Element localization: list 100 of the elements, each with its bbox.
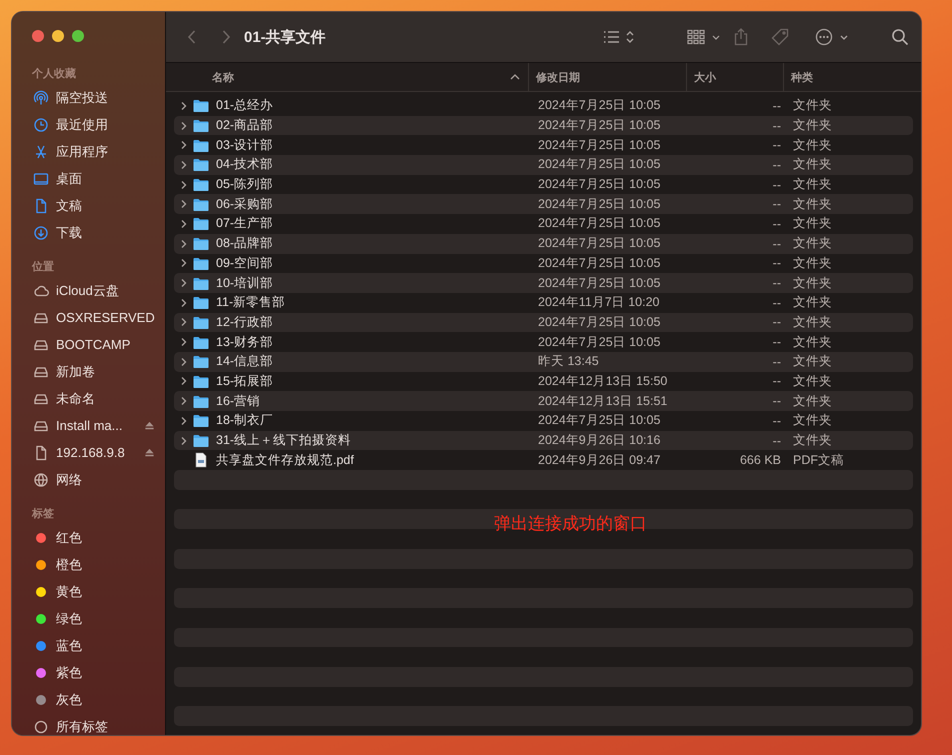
file-row[interactable]: 18-制衣厂 2024年7月25日 10:05 -- 文件夹: [174, 411, 913, 431]
column-header[interactable]: 大小: [686, 63, 783, 91]
file-row[interactable]: 13-财务部 2024年7月25日 10:05 -- 文件夹: [174, 332, 913, 352]
file-row[interactable]: 12-行政部 2024年7月25日 10:05 -- 文件夹: [174, 312, 913, 332]
sidebar-item[interactable]: 隔空投送: [12, 84, 165, 111]
zoom-button[interactable]: [72, 30, 84, 42]
tag-icon[interactable]: [771, 28, 789, 46]
sidebar-section-label: 位置: [30, 260, 55, 275]
sidebar-item[interactable]: 紫色: [12, 659, 165, 686]
eject-icon[interactable]: [144, 420, 155, 431]
file-name: 13-财务部: [216, 334, 274, 351]
sidebar-item-label[interactable]: 新加卷: [56, 362, 155, 380]
sidebar-item[interactable]: 蓝色: [12, 632, 165, 659]
sidebar-item-label[interactable]: 橙色: [56, 556, 155, 574]
sidebar-item-label[interactable]: 绿色: [56, 610, 155, 628]
alltags-icon: [33, 718, 49, 734]
file-row[interactable]: 15-拓展部 2024年12月13日 15:50 -- 文件夹: [174, 372, 913, 392]
file-size: --: [772, 216, 782, 231]
grid-view-icon[interactable]: [687, 29, 721, 45]
sidebar-item[interactable]: Install ma...: [12, 412, 165, 439]
forward-icon[interactable]: [220, 29, 232, 45]
file-row[interactable]: 31-线上＋线下拍摄资料 2024年9月26日 10:16 -- 文件夹: [174, 430, 913, 450]
sidebar-item-label[interactable]: 隔空投送: [56, 88, 155, 106]
file-kind: PDF文稿: [792, 452, 845, 469]
modified-date: 2024年12月13日 15:51: [537, 392, 668, 410]
sidebar-item[interactable]: 红色: [12, 524, 165, 551]
sidebar-item[interactable]: 所有标签: [12, 713, 165, 735]
sidebar-item[interactable]: 黄色: [12, 578, 165, 605]
sidebar-item-label[interactable]: iCloud云盘: [56, 282, 155, 300]
sidebar-item[interactable]: 灰色: [12, 686, 165, 713]
file-row[interactable]: 14-信息部 昨天 13:45 -- 文件夹: [174, 352, 913, 372]
sidebar-item[interactable]: iCloud云盘: [12, 277, 165, 304]
sidebar-item[interactable]: OSXRESERVED: [12, 304, 165, 331]
column-header[interactable]: 修改日期: [528, 63, 686, 91]
sidebar-item-label[interactable]: 灰色: [56, 690, 155, 708]
file-name: 01-总经办: [216, 97, 274, 114]
sidebar-item-label[interactable]: 下载: [56, 224, 155, 242]
sidebar-item[interactable]: 192.168.9.8: [12, 439, 165, 466]
file-row[interactable]: 07-生产部 2024年7月25日 10:05 -- 文件夹: [174, 214, 913, 234]
file-row[interactable]: 09-空间部 2024年7月25日 10:05 -- 文件夹: [174, 254, 913, 274]
sidebar-item[interactable]: 未命名: [12, 385, 165, 412]
sidebar-item-label[interactable]: 应用程序: [56, 142, 155, 160]
sidebar-item-label[interactable]: OSXRESERVED: [56, 310, 155, 325]
column-header[interactable]: 种类: [783, 63, 921, 91]
more-options-icon[interactable]: [815, 28, 849, 46]
sidebar-item-label[interactable]: BOOTCAMP: [56, 337, 155, 352]
file-row[interactable]: 08-品牌部 2024年7月25日 10:05 -- 文件夹: [174, 234, 913, 254]
file-row[interactable]: 02-商品部 2024年7月25日 10:05 -- 文件夹: [174, 116, 913, 136]
file-kind: 文件夹: [792, 136, 833, 154]
sidebar-item-label[interactable]: Install ma...: [56, 418, 137, 433]
sidebar-item[interactable]: 下载: [12, 219, 165, 246]
sidebar-item[interactable]: 应用程序: [12, 138, 165, 165]
file-kind: 文件夹: [792, 215, 833, 232]
sidebar-item[interactable]: 橙色: [12, 551, 165, 578]
file-size: --: [772, 197, 782, 212]
modified-date: 2024年7月25日 10:05: [537, 314, 662, 331]
sidebar-item-label[interactable]: 192.168.9.8: [56, 445, 137, 460]
pdf-document-icon: [193, 452, 209, 468]
sidebar-item[interactable]: 绿色: [12, 605, 165, 632]
desktop-icon: [33, 170, 49, 186]
file-size: --: [772, 296, 782, 310]
sidebar-item-label[interactable]: 最近使用: [56, 116, 155, 134]
sidebar-item[interactable]: BOOTCAMP: [12, 331, 165, 358]
file-row[interactable]: 16-营销 2024年12月13日 15:51 -- 文件夹: [174, 391, 913, 411]
sidebar-item[interactable]: 网络: [12, 466, 165, 493]
folder-icon: [193, 374, 209, 388]
share-icon[interactable]: [733, 28, 749, 46]
file-row[interactable]: 01-总经办 2024年7月25日 10:05 -- 文件夹: [174, 96, 913, 116]
sidebar-item-label[interactable]: 蓝色: [56, 636, 155, 654]
file-row[interactable]: 04-技术部 2024年7月25日 10:05 -- 文件夹: [174, 155, 913, 175]
file-row[interactable]: 10-培训部 2024年7月25日 10:05 -- 文件夹: [174, 273, 913, 293]
column-header[interactable]: 名称: [166, 63, 528, 91]
sidebar-item[interactable]: 最近使用: [12, 111, 165, 138]
sidebar-item-label[interactable]: 未命名: [56, 390, 155, 408]
sort-caret-icon[interactable]: [510, 74, 520, 80]
airdrop-icon: [33, 90, 49, 106]
folder-icon: [193, 237, 209, 250]
file-name: 05-陈列部: [216, 176, 274, 194]
sidebar-item[interactable]: 新加卷: [12, 358, 165, 385]
file-row[interactable]: 共享盘文件存放规范.pdf 2024年9月26日 09:47 666 KB PDF文稿: [174, 450, 913, 470]
file-row[interactable]: 06-采购部 2024年7月25日 10:05 -- 文件夹: [174, 194, 913, 214]
file-row[interactable]: 11-新零售部 2024年11月7日 10:20 -- 文件夹: [174, 292, 913, 313]
sidebar-item-label[interactable]: 紫色: [56, 664, 155, 682]
folder-icon: [193, 414, 209, 428]
file-kind: 文件夹: [792, 392, 833, 410]
close-button[interactable]: [32, 30, 44, 42]
back-icon[interactable]: [186, 29, 198, 45]
sidebar-item-label[interactable]: 黄色: [56, 582, 155, 600]
file-row[interactable]: 03-设计部 2024年7月25日 10:05 -- 文件夹: [174, 135, 913, 156]
minimize-button[interactable]: [52, 30, 64, 42]
sidebar-item[interactable]: 桌面: [12, 165, 165, 192]
file-row[interactable]: 05-陈列部 2024年7月25日 10:05 -- 文件夹: [174, 174, 913, 194]
sidebar-item-label[interactable]: 所有标签: [56, 718, 155, 735]
sidebar-item-label[interactable]: 文稿: [56, 196, 155, 214]
sidebar-item[interactable]: 文稿: [12, 192, 165, 219]
sidebar-item-label[interactable]: 红色: [56, 528, 155, 546]
sidebar-item-label[interactable]: 桌面: [56, 170, 155, 188]
search-icon[interactable]: [891, 28, 909, 46]
eject-icon[interactable]: [144, 447, 155, 458]
sidebar-item-label[interactable]: 网络: [56, 470, 155, 488]
